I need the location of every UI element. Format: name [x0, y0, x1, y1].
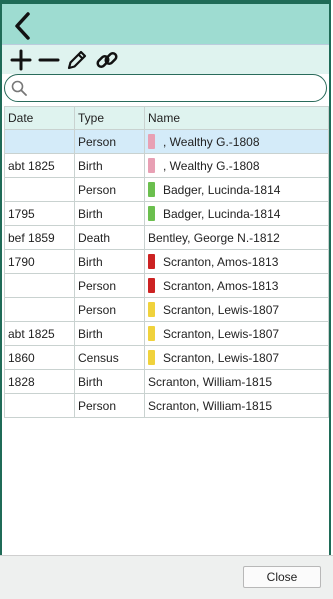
- cell-name: Bentley, George N.-1812: [144, 225, 329, 250]
- person-name: Scranton, Amos-1813: [163, 279, 279, 293]
- cell-date: 1860: [4, 345, 75, 370]
- cell-type: Person: [74, 297, 145, 322]
- table-row[interactable]: 1790 Birth Scranton, Amos-1813: [4, 249, 329, 274]
- person-name: Scranton, Lewis-1807: [163, 351, 280, 365]
- cell-date: [4, 297, 75, 322]
- cell-type: Birth: [74, 201, 145, 226]
- color-tag: [148, 350, 155, 365]
- cell-name: Scranton, William-1815: [144, 393, 329, 418]
- chevron-left-icon: [15, 12, 30, 40]
- person-name: Scranton, Lewis-1807: [163, 303, 280, 317]
- table-row[interactable]: Person Scranton, Amos-1813: [4, 273, 329, 298]
- cell-date: 1795: [4, 201, 75, 226]
- cell-name: Scranton, Amos-1813: [144, 273, 329, 298]
- person-name: Scranton, William-1815: [148, 398, 273, 413]
- cell-date: 1790: [4, 249, 75, 274]
- link-button[interactable]: [94, 47, 120, 73]
- cell-name: Badger, Lucinda-1814: [144, 201, 329, 226]
- cell-type: Person: [74, 177, 145, 202]
- column-header-name[interactable]: Name: [144, 106, 329, 130]
- footer-bar: Close: [0, 555, 333, 599]
- cell-date: bef 1859: [4, 225, 75, 250]
- cell-type: Birth: [74, 321, 145, 346]
- cell-type: Person: [74, 273, 145, 298]
- cell-name: , Wealthy G.-1808: [144, 153, 329, 178]
- cell-date: abt 1825: [4, 321, 75, 346]
- cell-date: [4, 177, 75, 202]
- cell-type: Person: [74, 393, 145, 418]
- cell-name: Scranton, Lewis-1807: [144, 321, 329, 346]
- search-input[interactable]: [31, 78, 320, 100]
- color-tag: [148, 302, 155, 317]
- cell-name: Badger, Lucinda-1814: [144, 177, 329, 202]
- cell-type: Census: [74, 345, 145, 370]
- color-tag: [148, 182, 155, 197]
- cell-name: , Wealthy G.-1808: [144, 129, 329, 154]
- cell-date: [4, 273, 75, 298]
- cell-name: Scranton, Amos-1813: [144, 249, 329, 274]
- table-row[interactable]: 1795 Birth Badger, Lucinda-1814: [4, 201, 329, 226]
- events-table: Date Type Name Person, Wealthy G.-1808 ab…: [4, 106, 329, 418]
- cell-type: Birth: [74, 369, 145, 394]
- cell-type: Birth: [74, 153, 145, 178]
- cell-date: 1828: [4, 369, 75, 394]
- person-name: Bentley, George N.-1812: [148, 230, 280, 245]
- edit-button[interactable]: [64, 47, 90, 73]
- person-name: Badger, Lucinda-1814: [163, 183, 281, 197]
- plus-icon: [10, 49, 32, 71]
- cell-type: Birth: [74, 249, 145, 274]
- cell-type: Death: [74, 225, 145, 250]
- minus-icon: [38, 58, 60, 62]
- person-name: Badger, Lucinda-1814: [163, 207, 281, 221]
- cell-name: Scranton, William-1815: [144, 369, 329, 394]
- table-row[interactable]: 1828 Birth Scranton, William-1815: [4, 369, 329, 394]
- color-tag: [148, 278, 155, 293]
- color-tag: [148, 254, 155, 269]
- color-tag: [148, 326, 155, 341]
- back-button[interactable]: [12, 11, 34, 41]
- link-icon: [96, 51, 118, 69]
- table-row[interactable]: Person Scranton, Lewis-1807: [4, 297, 329, 322]
- close-button[interactable]: Close: [243, 566, 321, 588]
- table-header-row: Date Type Name: [4, 106, 329, 130]
- toolbar: [2, 44, 329, 74]
- cell-name: Scranton, Lewis-1807: [144, 297, 329, 322]
- table-row[interactable]: bef 1859 Death Bentley, George N.-1812: [4, 225, 329, 250]
- cell-type: Person: [74, 129, 145, 154]
- person-name: Scranton, Amos-1813: [163, 255, 279, 269]
- person-name: , Wealthy G.-1808: [163, 159, 260, 173]
- cell-date: [4, 129, 75, 154]
- table-row[interactable]: abt 1825 Birth Scranton, Lewis-1807: [4, 321, 329, 346]
- table-row[interactable]: Person , Wealthy G.-1808: [4, 129, 329, 154]
- color-tag: [148, 158, 155, 173]
- table-row[interactable]: abt 1825 Birth , Wealthy G.-1808: [4, 153, 329, 178]
- cell-name: Scranton, Lewis-1807: [144, 345, 329, 370]
- person-name: Scranton, Lewis-1807: [163, 327, 280, 341]
- title-bar: [2, 0, 329, 44]
- cell-date: [4, 393, 75, 418]
- remove-button[interactable]: [36, 47, 62, 73]
- column-header-type[interactable]: Type: [74, 106, 145, 130]
- person-name: Scranton, William-1815: [148, 374, 273, 389]
- table-row[interactable]: Person Badger, Lucinda-1814: [4, 177, 329, 202]
- pencil-icon: [67, 50, 87, 70]
- table-row[interactable]: 1860 Census Scranton, Lewis-1807: [4, 345, 329, 370]
- add-button[interactable]: [8, 47, 34, 73]
- cell-date: abt 1825: [4, 153, 75, 178]
- search-box[interactable]: [4, 74, 327, 102]
- person-name: , Wealthy G.-1808: [163, 135, 260, 149]
- table-row[interactable]: Person Scranton, William-1815: [4, 393, 329, 418]
- color-tag: [148, 206, 155, 221]
- column-header-date[interactable]: Date: [4, 106, 75, 130]
- color-tag: [148, 134, 155, 149]
- search-icon: [11, 80, 27, 96]
